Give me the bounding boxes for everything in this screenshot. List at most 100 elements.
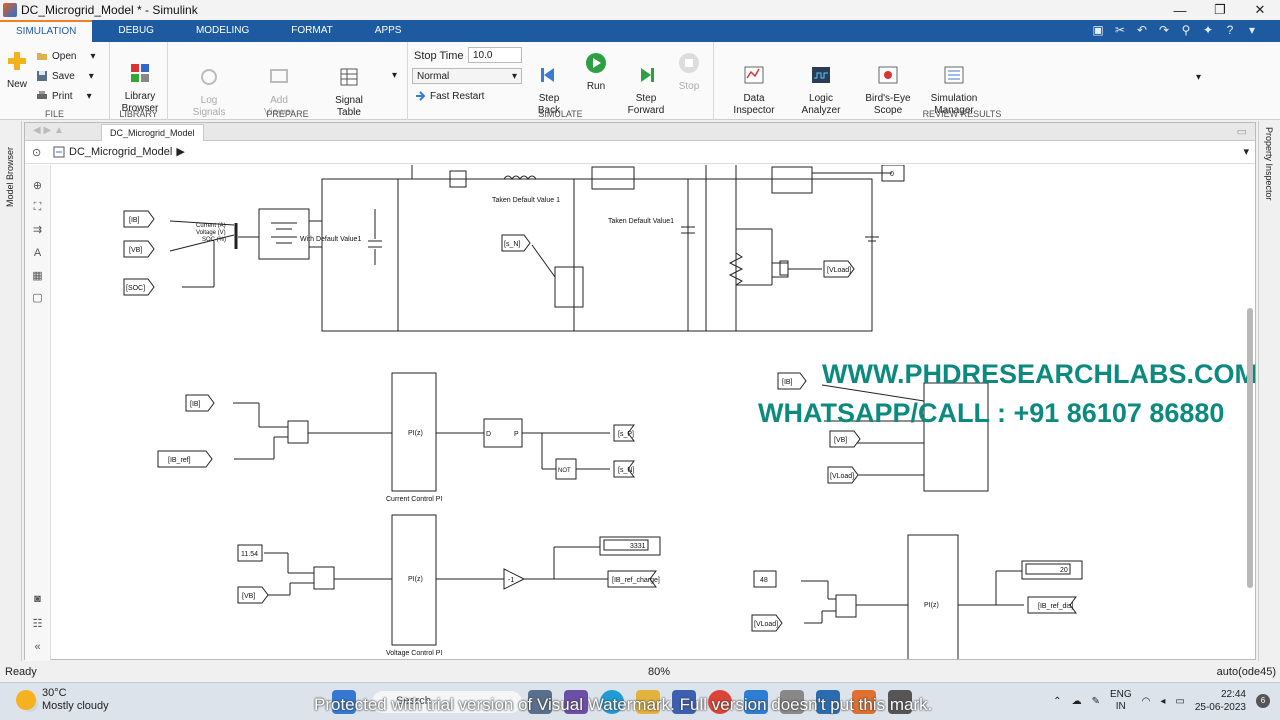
title-bar: DC_Microgrid_Model * - Simulink — ❐ ✕ bbox=[0, 0, 1280, 20]
new-button[interactable]: New bbox=[4, 50, 30, 91]
tab-debug[interactable]: DEBUG bbox=[102, 20, 170, 42]
hide-palette-icon[interactable]: ⊙ bbox=[32, 146, 41, 159]
step-back-icon bbox=[541, 68, 554, 82]
tag-vload-from-2[interactable]: [VLoad] bbox=[830, 473, 854, 480]
gain-block[interactable]: -1 bbox=[508, 577, 514, 584]
model-browser-strip[interactable]: Model Browser bbox=[0, 121, 22, 661]
open-button[interactable]: Open ▾ bbox=[36, 50, 96, 62]
notification-icon[interactable]: 6 bbox=[1256, 694, 1270, 708]
constant-11-54[interactable]: 11.54 bbox=[241, 551, 258, 558]
tag-vb-from-2[interactable]: [VB] bbox=[834, 437, 847, 444]
save-icon[interactable]: ▣ bbox=[1090, 22, 1106, 38]
tag-ib-ref-from[interactable]: [IB_ref] bbox=[168, 457, 191, 464]
tag-ib-ref-charge-goto[interactable]: [IB_ref_charge] bbox=[612, 577, 660, 584]
model-editor: ◀ ▶ ▲ DC_Microgrid_Model ▭ ⊙ DC_Microgri… bbox=[24, 122, 1256, 661]
tag-s-p-goto[interactable]: [s_P] bbox=[618, 431, 634, 438]
help-icon[interactable]: ? bbox=[1222, 22, 1238, 38]
stop-time-input[interactable]: 10.0 bbox=[468, 47, 522, 63]
run-button[interactable]: Run bbox=[580, 52, 612, 93]
tag-ib-from[interactable]: [IB] bbox=[190, 401, 201, 408]
pin-icon[interactable]: ✦ bbox=[1200, 22, 1216, 38]
close-button[interactable]: ✕ bbox=[1240, 0, 1280, 20]
language-indicator[interactable]: ENG IN bbox=[1110, 689, 1132, 713]
capacitor-label: Taken Default Value1 bbox=[608, 218, 674, 225]
tag-s-n-from[interactable]: [s_N] bbox=[504, 241, 520, 248]
maximize-button[interactable]: ❐ bbox=[1200, 0, 1240, 20]
tag-ib-ref-dis-goto[interactable]: [IB_ref_dis] bbox=[1038, 603, 1073, 610]
pen-icon[interactable]: ✎ bbox=[1092, 696, 1100, 707]
tag-ib-from-2[interactable]: [IB] bbox=[782, 379, 793, 386]
constant-zero[interactable]: 0 bbox=[890, 171, 894, 178]
tag-soc[interactable]: [SOC] bbox=[126, 285, 145, 292]
save-button[interactable]: Save ▾ bbox=[36, 70, 94, 82]
clock[interactable]: 22:44 25-06-2023 bbox=[1195, 688, 1246, 714]
tag-vload-from[interactable]: [VLoad] bbox=[754, 621, 778, 628]
prepare-group: Log Signals Add Viewer Signal Table ▾ PR… bbox=[168, 42, 408, 120]
property-inspector-strip[interactable]: Property Inspector bbox=[1258, 121, 1280, 661]
weather-widget[interactable]: 30°C Mostly cloudy bbox=[16, 687, 109, 713]
cloud-icon[interactable]: ☁ bbox=[1072, 696, 1082, 707]
undo-icon[interactable]: ↶ bbox=[1134, 22, 1150, 38]
fast-restart-icon bbox=[416, 91, 426, 101]
prepare-expand-icon[interactable]: ▾ bbox=[392, 70, 397, 81]
nav-back-icon[interactable]: ◀ ▶ ▲ bbox=[33, 125, 64, 136]
tray-expand-icon[interactable]: ⌃ bbox=[1053, 696, 1061, 707]
model-tab[interactable]: DC_Microgrid_Model bbox=[101, 124, 204, 141]
voltage-pi-block[interactable]: PI(z) bbox=[408, 576, 423, 583]
volume-icon[interactable]: ◂ bbox=[1160, 696, 1165, 707]
not-block[interactable]: NOT bbox=[558, 468, 571, 474]
annotation-icon[interactable]: A bbox=[30, 247, 45, 260]
minimize-button[interactable]: — bbox=[1160, 0, 1200, 20]
fit-view-icon[interactable]: ⛶ bbox=[30, 201, 45, 214]
print-button[interactable]: Print ▾ bbox=[36, 90, 92, 102]
ribbon-expand-icon[interactable]: ▾ bbox=[1196, 72, 1201, 83]
report-icon[interactable]: ☷ bbox=[30, 617, 45, 630]
stop-button[interactable]: Stop bbox=[674, 52, 704, 93]
redo-icon[interactable]: ↷ bbox=[1156, 22, 1172, 38]
tab-format[interactable]: FORMAT bbox=[275, 20, 348, 42]
simulation-manager-icon bbox=[944, 66, 964, 84]
wifi-icon[interactable]: ◠ bbox=[1142, 696, 1151, 707]
tag-vb-from[interactable]: [VB] bbox=[242, 593, 255, 600]
add-viewer-button[interactable]: Add Viewer bbox=[256, 54, 302, 131]
solver-status[interactable]: auto(ode45) bbox=[1217, 666, 1276, 678]
collapse-icon[interactable]: « bbox=[30, 641, 45, 654]
image-icon[interactable]: ▦ bbox=[30, 269, 45, 282]
tab-simulation[interactable]: SIMULATION bbox=[0, 20, 93, 42]
area-icon[interactable]: ▢ bbox=[30, 291, 45, 304]
fast-restart-toggle[interactable]: Fast Restart bbox=[414, 90, 484, 102]
log-signals-button[interactable]: Log Signals bbox=[186, 54, 232, 131]
tag-vload-goto[interactable]: [VLoad] bbox=[827, 267, 851, 274]
battery-port-current: Current (A) bbox=[196, 223, 226, 229]
breadcrumb[interactable]: DC_Microgrid_Model ▶ bbox=[53, 145, 185, 158]
zoom-level[interactable]: 80% bbox=[648, 666, 670, 678]
discharge-pi-block[interactable]: PI(z) bbox=[924, 602, 939, 609]
more-icon[interactable]: ▾ bbox=[1244, 22, 1260, 38]
zoom-icon[interactable]: ⚲ bbox=[1178, 22, 1194, 38]
simulate-group: Stop Time 10.0 Normal ▾ Fast Restart Step… bbox=[408, 42, 714, 120]
battery-icon[interactable]: ▭ bbox=[1175, 696, 1184, 707]
tab-apps[interactable]: APPS bbox=[359, 20, 418, 42]
cut-icon[interactable]: ✂ bbox=[1112, 22, 1128, 38]
simulation-mode-select[interactable]: Normal ▾ bbox=[412, 68, 522, 84]
tag-vb[interactable]: [VB] bbox=[129, 247, 142, 254]
constant-48[interactable]: 48 bbox=[760, 577, 768, 584]
vertical-scrollbar[interactable] bbox=[1247, 308, 1253, 588]
tab-modeling[interactable]: MODELING bbox=[180, 20, 265, 42]
diagram-canvas[interactable]: [IB] [VB] [SOC] Current (A) Voltage (V) … bbox=[52, 165, 1256, 659]
logic-analyzer-icon bbox=[812, 67, 830, 83]
address-bar: ⊙ DC_Microgrid_Model ▶ ▾ bbox=[25, 142, 1255, 164]
birds-eye-icon bbox=[878, 66, 898, 84]
printer-icon bbox=[37, 91, 47, 99]
address-dropdown-icon[interactable]: ▾ bbox=[1243, 145, 1249, 158]
tag-ib[interactable]: [IB] bbox=[129, 217, 140, 224]
zoom-in-icon[interactable]: ⊕ bbox=[30, 179, 45, 192]
folder-icon bbox=[37, 53, 47, 60]
camera-icon[interactable]: ◙ bbox=[30, 593, 45, 606]
model-browser-label: Model Browser bbox=[5, 146, 15, 207]
signal-arrow-icon[interactable]: ⇉ bbox=[30, 223, 45, 236]
editor-menu-icon[interactable]: ▭ bbox=[1237, 125, 1247, 138]
signal-table-button[interactable]: Signal Table bbox=[326, 54, 372, 131]
current-pi-block[interactable]: PI(z) bbox=[408, 430, 423, 437]
tag-s-n-goto[interactable]: [s_N] bbox=[618, 467, 634, 474]
